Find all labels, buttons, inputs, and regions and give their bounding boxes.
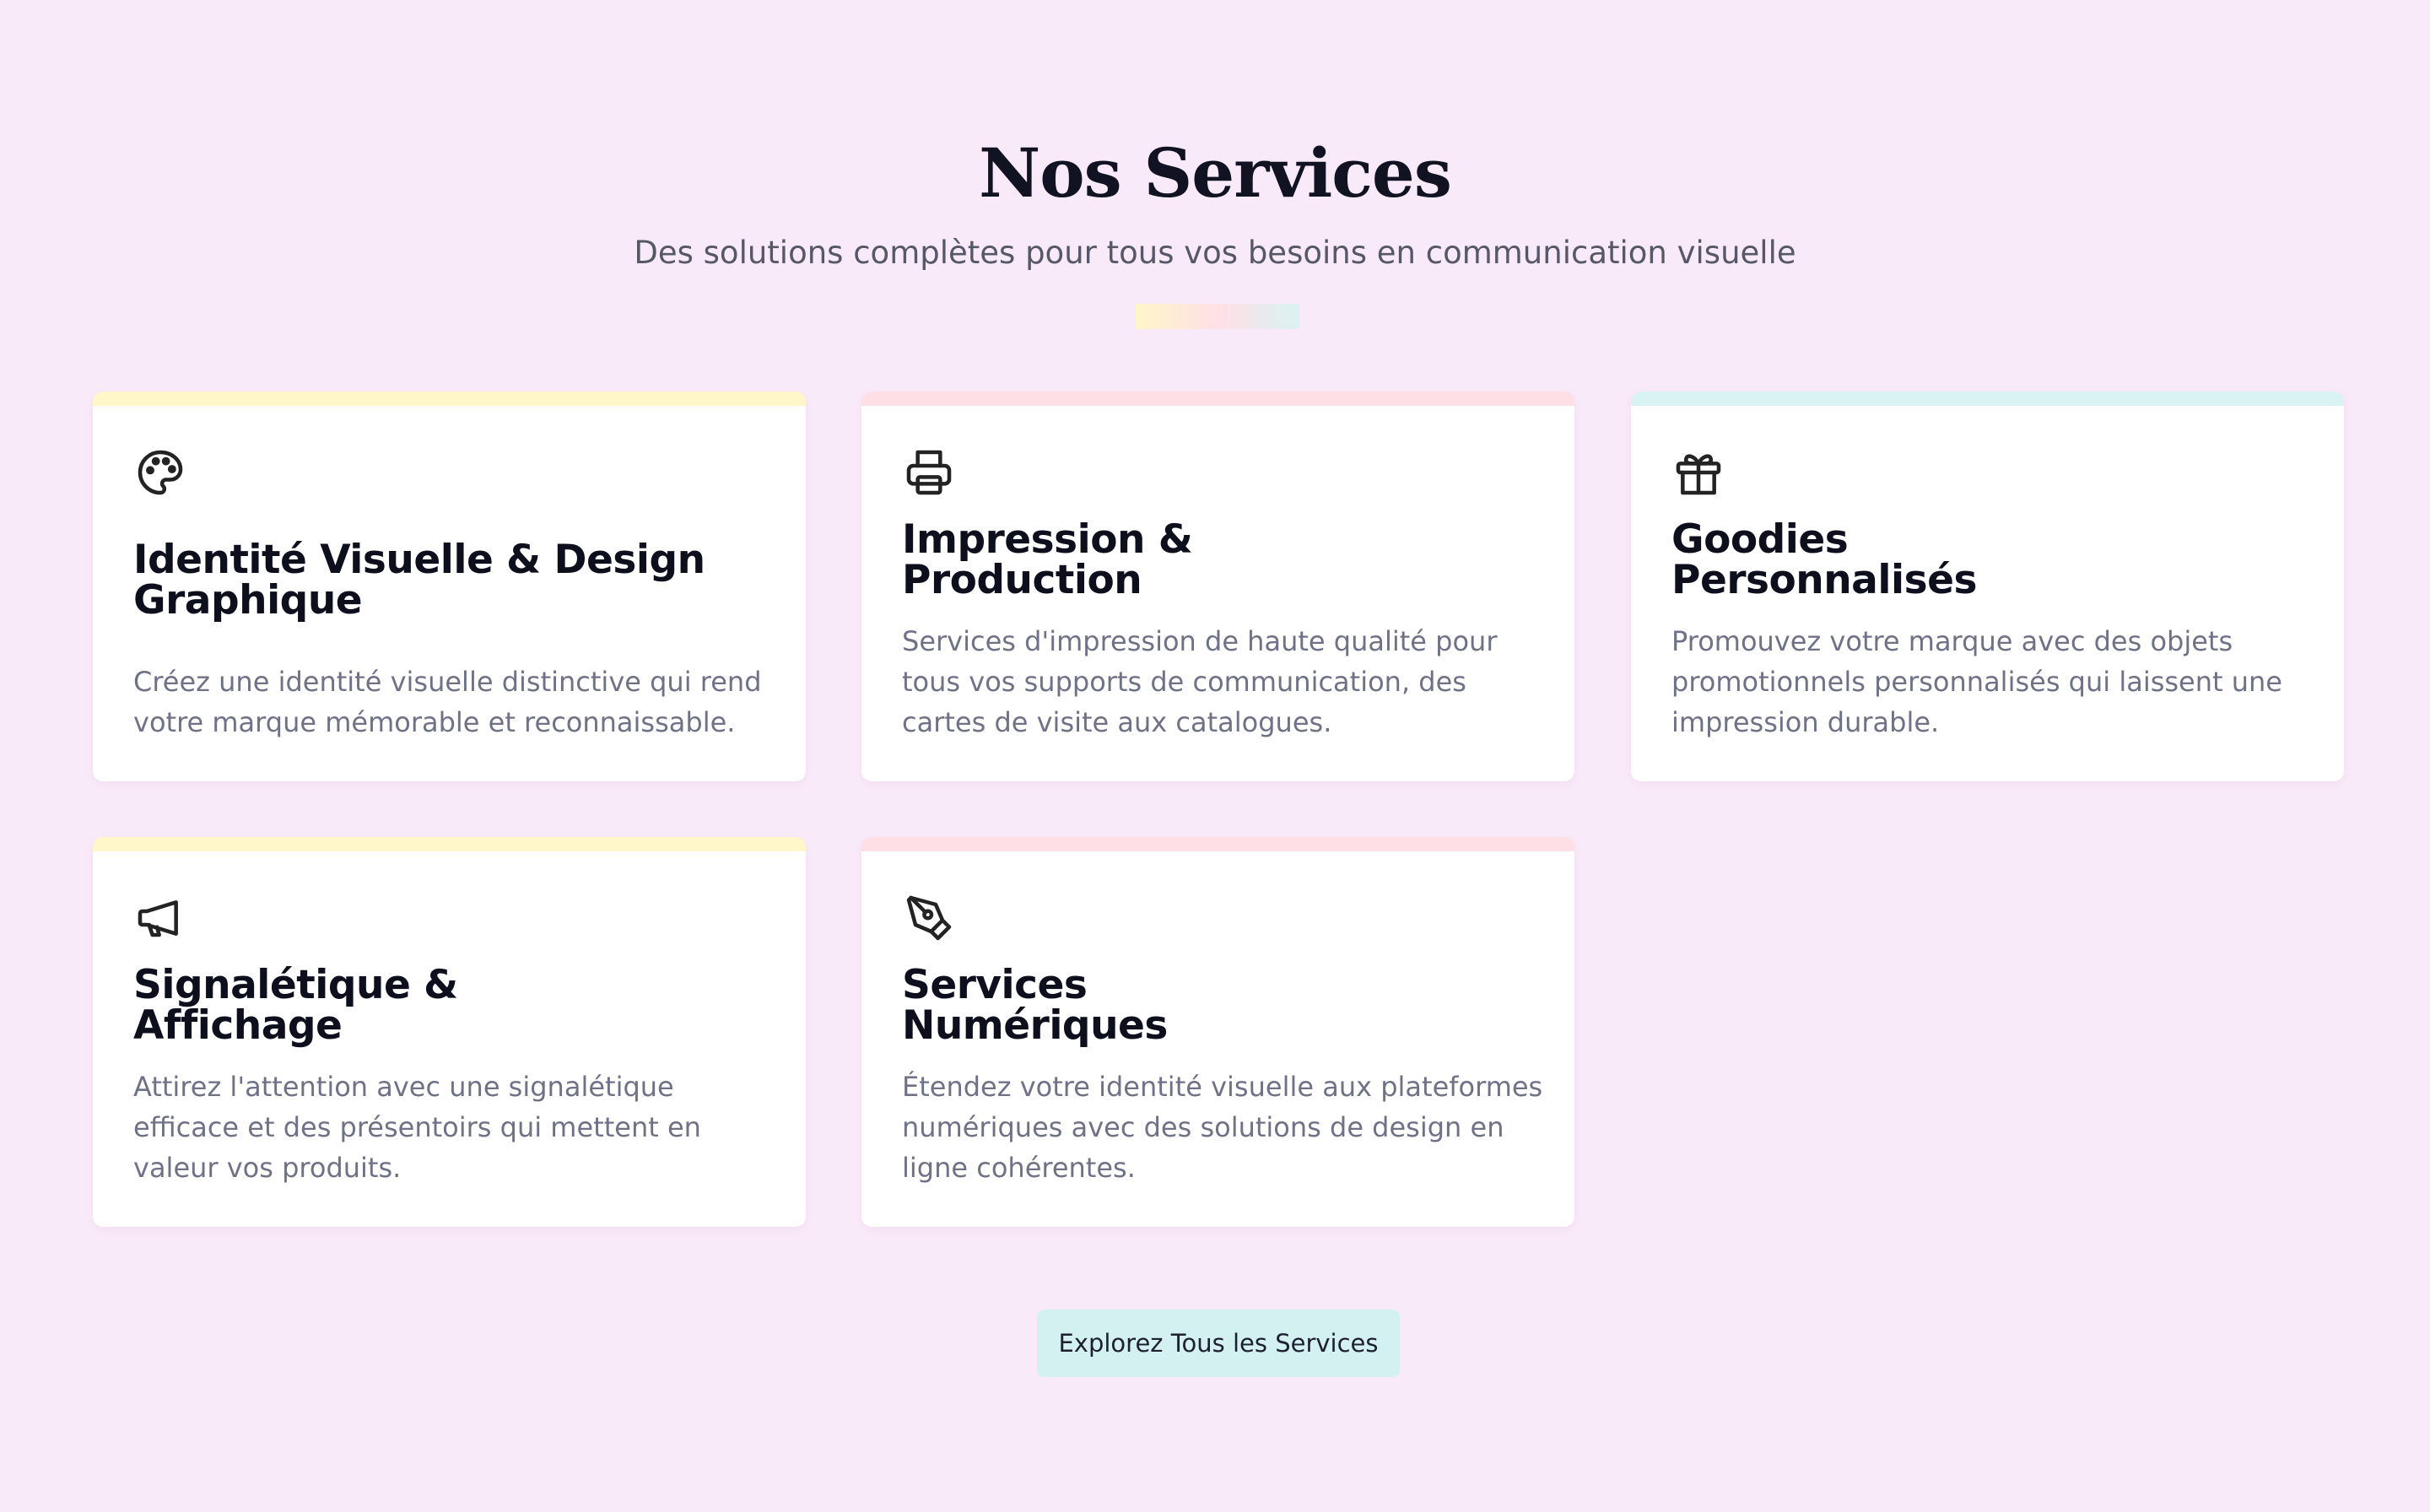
- card-title: Services Numériques: [902, 965, 1543, 1046]
- card-accent-bar: [93, 837, 806, 851]
- card-accent-bar: [861, 837, 1574, 851]
- card-description: Créez une identité visuelle distinctive …: [133, 666, 762, 738]
- service-card-signaletique[interactable]: Signalétique & Affichage Attirez l'atten…: [93, 837, 806, 1227]
- pen-tool-icon: [902, 891, 956, 945]
- card-accent-bar: [1631, 392, 2344, 406]
- card-title-line: Signalétique &: [133, 962, 458, 1008]
- gift-icon: [1671, 446, 1725, 500]
- service-card-goodies[interactable]: Goodies Personnalisés Promouvez votre ma…: [1631, 392, 2344, 781]
- card-title-line: Identité Visuelle & Design: [133, 537, 705, 583]
- card-title-line: Numériques: [902, 1002, 1168, 1049]
- card-description: Services d'impression de haute qualité p…: [902, 625, 1498, 738]
- gradient-divider: [1136, 304, 1299, 329]
- card-title: Signalétique & Affichage: [133, 965, 775, 1046]
- card-title-line: Services: [902, 962, 1088, 1008]
- section-subtitle: Des solutions complètes pour tous vos be…: [634, 235, 1796, 271]
- service-card-identite[interactable]: Identité Visuelle & Design Graphique Cré…: [93, 392, 806, 781]
- card-description: Attirez l'attention avec une signalétiqu…: [133, 1071, 701, 1184]
- explore-services-button[interactable]: Explorez Tous les Services: [1037, 1310, 1400, 1377]
- service-card-impression[interactable]: Impression & Production Services d'impre…: [861, 392, 1574, 781]
- card-title-line: Impression &: [902, 516, 1193, 563]
- card-title-line: Production: [902, 557, 1142, 603]
- card-accent-bar: [861, 392, 1574, 406]
- card-title-line: Personnalisés: [1671, 557, 1977, 603]
- card-title: Impression & Production: [902, 520, 1543, 601]
- card-description: Promouvez votre marque avec des objets p…: [1671, 625, 2282, 738]
- card-title: Identité Visuelle & Design Graphique: [133, 540, 775, 621]
- card-title-line: Goodies: [1671, 516, 1849, 563]
- section-title: Nos Services: [979, 133, 1452, 213]
- card-accent-bar: [93, 392, 806, 406]
- services-section: Nos Services Des solutions complètes pou…: [0, 0, 2430, 1512]
- printer-icon: [902, 446, 956, 500]
- palette-icon: [133, 446, 187, 500]
- card-title-line: Affichage: [133, 1002, 343, 1049]
- card-description: Étendez votre identité visuelle aux plat…: [902, 1071, 1543, 1184]
- card-title: Goodies Personnalisés: [1671, 520, 2313, 601]
- card-title-line: Graphique: [133, 577, 363, 624]
- service-card-numeriques[interactable]: Services Numériques Étendez votre identi…: [861, 837, 1574, 1227]
- megaphone-icon: [133, 891, 187, 945]
